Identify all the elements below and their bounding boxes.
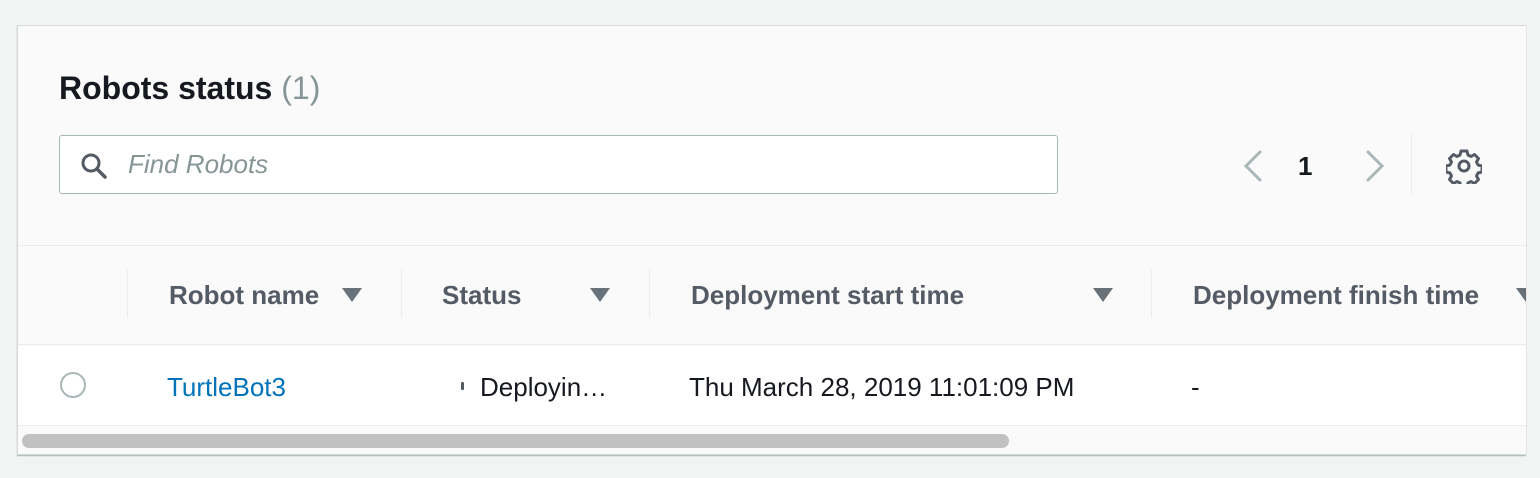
caret-down-icon[interactable] <box>590 288 610 302</box>
search-icon <box>81 153 107 179</box>
column-header-deployment-start-time[interactable]: Deployment start time <box>691 280 964 311</box>
robot-name-link[interactable]: TurtleBot3 <box>167 372 286 403</box>
caret-down-icon[interactable] <box>1516 288 1526 302</box>
horizontal-scrollbar-thumb[interactable] <box>22 434 1009 448</box>
row-select-radio[interactable] <box>60 372 86 398</box>
status-value: Deploying... <box>480 372 610 402</box>
table-header: Robot name Status Deployment start time … <box>18 245 1526 345</box>
column-divider[interactable] <box>649 270 650 318</box>
status-spinner-icon <box>461 382 464 390</box>
chevron-right-icon[interactable] <box>1360 138 1390 194</box>
page-title: Robots status (1) <box>59 70 320 107</box>
gear-icon[interactable] <box>1446 148 1482 184</box>
robots-status-panel: Robots status (1) 1 Robot name Status De… <box>17 25 1526 455</box>
table-row[interactable]: TurtleBot3 Deploying... Thu March 28, 20… <box>18 346 1526 426</box>
column-header-status[interactable]: Status <box>442 280 521 311</box>
column-divider <box>127 270 128 318</box>
search-box[interactable] <box>59 135 1058 194</box>
search-input[interactable] <box>128 136 1028 193</box>
chevron-left-icon[interactable] <box>1238 138 1268 194</box>
caret-down-icon[interactable] <box>342 288 362 302</box>
robot-count: (1) <box>281 70 321 106</box>
current-page-number[interactable]: 1 <box>1298 151 1312 182</box>
column-divider[interactable] <box>1151 270 1152 318</box>
title-text: Robots status <box>59 70 273 106</box>
column-divider[interactable] <box>401 270 402 318</box>
pagination-divider <box>1411 134 1412 194</box>
column-header-robot-name[interactable]: Robot name <box>169 280 319 311</box>
deployment-finish-time-value: - <box>1191 372 1200 402</box>
column-header-deployment-finish-time[interactable]: Deployment finish time <box>1193 280 1479 311</box>
caret-down-icon[interactable] <box>1093 288 1113 302</box>
deployment-start-time-value: Thu March 28, 2019 11:01:09 PM <box>689 372 1075 402</box>
